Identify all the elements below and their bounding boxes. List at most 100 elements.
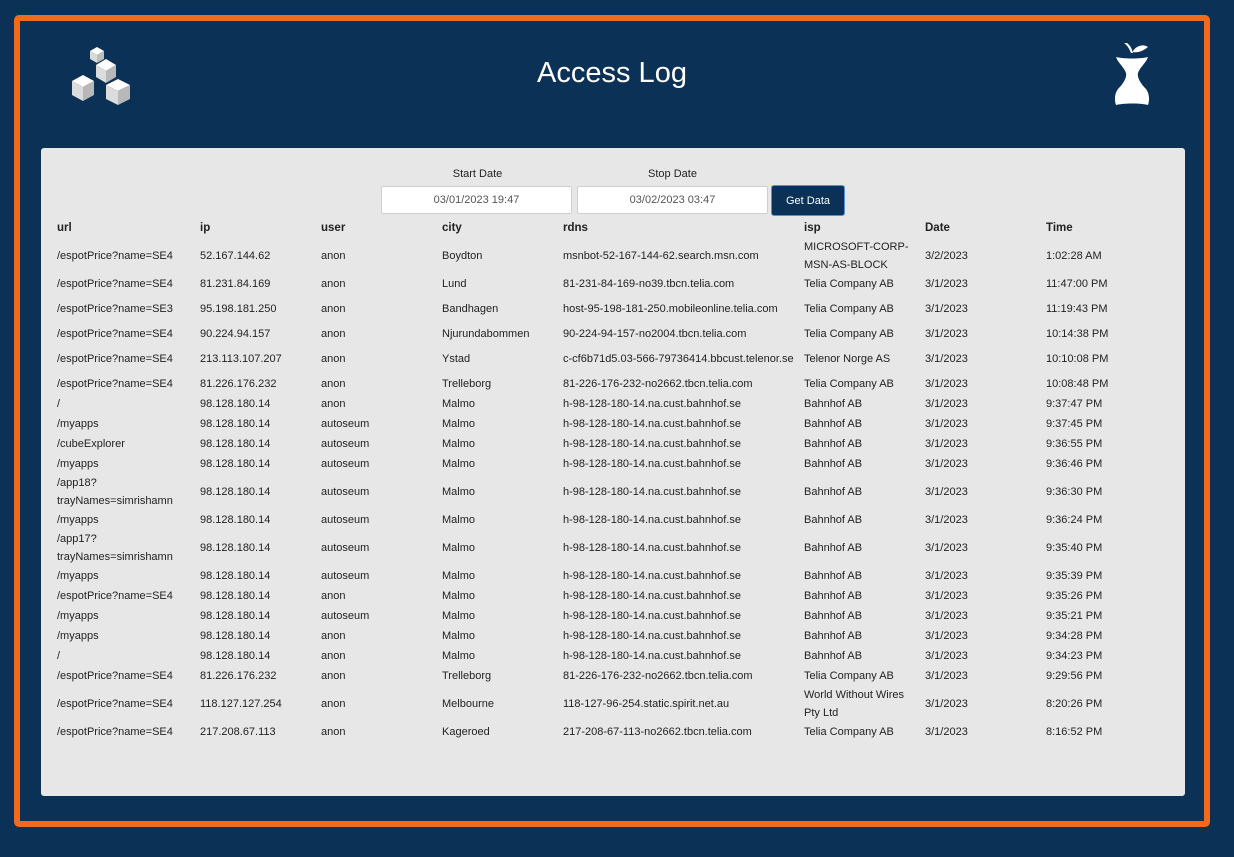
cell-isp: Telia Company AB [804, 670, 894, 682]
cell-city: Trelleborg [442, 670, 492, 682]
get-data-button[interactable]: Get Data [771, 185, 845, 216]
cell-isp: Telia Company AB [804, 328, 894, 340]
cell-city: Malmo [442, 630, 476, 642]
cell-ip: 98.128.180.14 [200, 542, 271, 554]
cell-time: 9:35:26 PM [1046, 590, 1103, 602]
cell-date: 3/2/2023 [925, 250, 968, 262]
column-header-user[interactable]: user [319, 218, 440, 238]
column-header-isp[interactable]: isp [802, 218, 923, 238]
table-row[interactable]: /espotPrice?name=SE4 81.226.176.232 anon Tr… [55, 374, 1135, 394]
cell-url: /espotPrice?name=SE4 [57, 670, 173, 682]
cell-isp: Telia Company AB [804, 303, 894, 315]
cell-url: /myapps [57, 514, 99, 526]
cell-date: 3/1/2023 [925, 328, 968, 340]
table-row[interactable]: /espotPrice?name=SE4 81.231.84.169 anon Lun… [55, 274, 1135, 294]
cell-url: /espotPrice?name=SE4 [57, 328, 173, 340]
cell-user: anon [321, 303, 346, 315]
cell-time: 11:47:00 PM [1046, 278, 1108, 290]
table-header-row: url ip user city rdns isp Date Time [55, 218, 1135, 238]
table-row[interactable]: /espotPrice?name=SE4 52.167.144.62 anon Boy… [55, 238, 1135, 274]
table-row[interactable]: /myapps 98.128.180.14 autoseum Malmo h-98-12… [55, 606, 1135, 626]
cell-ip: 98.128.180.14 [200, 650, 271, 662]
cell-time: 9:36:30 PM [1046, 486, 1103, 498]
cell-time: 1:02:28 AM [1046, 250, 1102, 262]
cell-user: anon [321, 726, 346, 738]
column-header-url[interactable]: url [55, 218, 198, 238]
cell-isp: Telia Company AB [804, 278, 894, 290]
cell-rdns: h-98-128-180-14.na.cust.bahnhof.se [563, 438, 741, 450]
cell-url: /espotPrice?name=SE4 [57, 278, 173, 290]
cell-city: Njurundabommen [442, 328, 530, 340]
cell-ip: 98.128.180.14 [200, 570, 271, 582]
cell-user: anon [321, 278, 346, 290]
cell-url: /myapps [57, 630, 99, 642]
table-row[interactable]: /myapps 98.128.180.14 autoseum Malmo h-98-12… [55, 414, 1135, 434]
stop-date-input[interactable] [577, 186, 768, 214]
start-date-input[interactable] [381, 186, 572, 214]
table-row[interactable]: /espotPrice?name=SE4 98.128.180.14 anon Mal… [55, 586, 1135, 606]
cell-rdns: 81-231-84-169-no39.tbcn.telia.com [563, 278, 735, 290]
cell-date: 3/1/2023 [925, 630, 968, 642]
cell-time: 10:10:08 PM [1046, 353, 1109, 365]
cell-ip: 98.128.180.14 [200, 590, 271, 602]
cell-url: /myapps [57, 458, 99, 470]
column-header-city[interactable]: city [440, 218, 561, 238]
cell-rdns: 217-208-67-113-no2662.tbcn.telia.com [563, 726, 752, 738]
apple-core-icon[interactable] [1110, 43, 1154, 109]
header: Access Log [20, 21, 1204, 131]
cell-isp: Telia Company AB [804, 378, 894, 390]
table-row[interactable]: /espotPrice?name=SE4 81.226.176.232 anon Tr… [55, 666, 1135, 686]
column-header-time[interactable]: Time [1044, 218, 1135, 238]
table-row[interactable]: /myapps 98.128.180.14 autoseum Malmo h-98-12… [55, 510, 1135, 530]
table-row[interactable]: /espotPrice?name=SE4 118.127.127.254 anon M… [55, 686, 1135, 722]
cell-url: / [57, 398, 61, 410]
cell-isp: Bahnhof AB [804, 570, 863, 582]
table-row[interactable]: /espotPrice?name=SE3 95.198.181.250 anon Ba… [55, 294, 1135, 324]
cell-date: 3/1/2023 [925, 698, 968, 710]
cell-rdns: 81-226-176-232-no2662.tbcn.telia.com [563, 378, 753, 390]
cell-isp: Bahnhof AB [804, 418, 863, 430]
cell-time: 9:36:24 PM [1046, 514, 1103, 526]
table-row[interactable]: /myapps 98.128.180.14 autoseum Malmo h-98-12… [55, 454, 1135, 474]
cell-city: Malmo [442, 590, 476, 602]
cell-time: 9:35:39 PM [1046, 570, 1103, 582]
cell-isp: Bahnhof AB [804, 514, 863, 526]
cell-rdns: host-95-198-181-250.mobileonline.telia.c… [563, 303, 778, 315]
stop-date-label: Stop Date [648, 168, 697, 180]
cell-ip: 98.128.180.14 [200, 630, 271, 642]
cell-user: autoseum [321, 570, 370, 582]
cell-rdns: h-98-128-180-14.na.cust.bahnhof.se [563, 398, 741, 410]
column-header-rdns[interactable]: rdns [561, 218, 802, 238]
table-row[interactable]: /myapps 98.128.180.14 autoseum Malmo h-98-12… [55, 566, 1135, 586]
table-row[interactable]: /espotPrice?name=SE4 213.113.107.207 anon Y… [55, 344, 1135, 374]
cell-isp: Bahnhof AB [804, 486, 863, 498]
cell-ip: 98.128.180.14 [200, 514, 271, 526]
column-header-ip[interactable]: ip [198, 218, 319, 238]
cell-time: 9:34:28 PM [1046, 630, 1103, 642]
cell-time: 9:35:21 PM [1046, 610, 1103, 622]
cell-city: Trelleborg [442, 378, 492, 390]
cell-isp: Bahnhof AB [804, 650, 863, 662]
cell-ip: 213.113.107.207 [200, 353, 282, 365]
cell-date: 3/1/2023 [925, 398, 968, 410]
table-row[interactable]: / 98.128.180.14 anon Malmo h-98-128-180-14.n… [55, 646, 1135, 666]
cell-city: Malmo [442, 570, 476, 582]
column-header-date[interactable]: Date [923, 218, 1044, 238]
table-row[interactable]: /cubeExplorer 98.128.180.14 autoseum Malmo h… [55, 434, 1135, 454]
cell-user: anon [321, 630, 346, 642]
cell-user: autoseum [321, 458, 370, 470]
table-row[interactable]: /espotPrice?name=SE4 90.224.94.157 anon Nju… [55, 324, 1135, 344]
cell-url: /espotPrice?name=SE4 [57, 378, 173, 390]
cell-date: 3/1/2023 [925, 458, 968, 470]
cell-isp: Bahnhof AB [804, 458, 863, 470]
cell-date: 3/1/2023 [925, 514, 968, 526]
cell-url: /app18?trayNames=simrishamn [57, 477, 173, 507]
table-row[interactable]: / 98.128.180.14 anon Malmo h-98-128-180-14.n… [55, 394, 1135, 414]
table-row[interactable]: /espotPrice?name=SE4 217.208.67.113 anon Ka… [55, 722, 1135, 742]
table-row[interactable]: /app18?trayNames=simrishamn 98.128.180.14… [55, 474, 1135, 510]
table-row[interactable]: /myapps 98.128.180.14 anon Malmo h-98-128-18… [55, 626, 1135, 646]
cell-user: anon [321, 398, 346, 410]
table-row[interactable]: /app17?trayNames=simrishamn 98.128.180.14… [55, 530, 1135, 566]
cell-ip: 81.231.84.169 [200, 278, 271, 290]
cell-user: autoseum [321, 418, 370, 430]
